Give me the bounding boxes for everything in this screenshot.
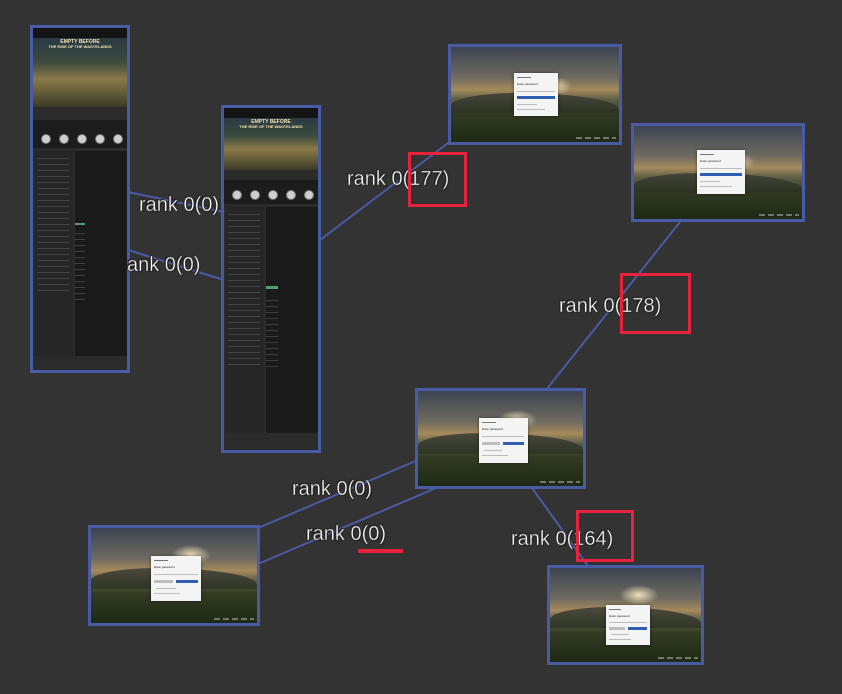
node-text-lines [228, 214, 260, 368]
dialog-signin-button [176, 580, 198, 583]
node-text-lines [37, 157, 69, 295]
screenshot-node-login-1[interactable]: Enter password [448, 44, 622, 145]
highlight-underline-0 [358, 549, 403, 553]
node-circle-icon [59, 134, 69, 145]
dialog-title: Enter password [154, 565, 175, 569]
node-login-dialog: Enter password [606, 605, 650, 645]
dialog-link-line [611, 634, 629, 635]
node-login-dialog: Enter password [514, 73, 558, 116]
dialog-link-line [156, 588, 176, 589]
dialog-logo-line [609, 609, 621, 610]
node-footer-links [658, 657, 698, 659]
node-banner-line2: THE RISE OF THE WASTELANDS [239, 124, 303, 130]
dialog-logo-line [482, 422, 496, 423]
node-banner-line2: THE RISE OF THE WASTELANDS [48, 44, 112, 50]
edge-label-login3-login4-b: rank 0(0) [306, 523, 387, 545]
screenshot-node-login-5[interactable]: Enter password [547, 565, 704, 665]
node-sidebar-lines [266, 299, 278, 368]
node-login-dialog: Enter password [151, 556, 201, 601]
node-circle-icon [113, 134, 123, 145]
node-sidebar-lines [75, 233, 85, 302]
screenshot-node-tall-2[interactable]: EMPTY BEFORE THE RISE OF THE WASTELANDS [221, 105, 321, 453]
node-sidebar-widget [266, 285, 278, 289]
dialog-link-line [154, 593, 180, 594]
node-login-dialog: Enter password [697, 150, 745, 194]
dialog-back-button [154, 580, 173, 583]
node-circle-icon [41, 134, 51, 145]
dialog-logo-line [517, 77, 531, 78]
node-circle-icon [77, 134, 87, 145]
dialog-input-line [700, 168, 742, 169]
node-footer-links [759, 214, 799, 216]
dialog-title: Enter password [517, 82, 538, 86]
edge-label-tall1-tall2-b: ank 0(0) [127, 254, 201, 276]
highlight-box-178 [620, 273, 691, 334]
dialog-back-button [609, 627, 625, 630]
dialog-link-line [482, 455, 508, 456]
edge-label-login3-login4-a: rank 0(0) [292, 478, 373, 500]
dialog-input-line [154, 574, 198, 575]
node-login-dialog: Enter password [479, 418, 528, 463]
dialog-link-line [700, 186, 732, 187]
dialog-link-line [609, 639, 631, 640]
screenshot-node-login-2[interactable]: Enter password [631, 123, 805, 222]
node-circle-icon [95, 134, 105, 145]
dialog-input-line [482, 436, 524, 437]
dialog-link-line [517, 109, 545, 110]
dialog-title: Enter password [482, 427, 503, 431]
dialog-logo-line [700, 154, 714, 155]
node-sidebar-widget [75, 222, 85, 225]
highlight-box-177 [408, 152, 467, 207]
dialog-link-line [484, 450, 502, 451]
dialog-link-line [517, 104, 537, 105]
dialog-title: Enter password [609, 614, 630, 618]
node-sun-glow [619, 584, 660, 605]
dialog-logo-line [154, 560, 168, 561]
dialog-signin-button [503, 442, 524, 445]
node-topbar [33, 28, 127, 39]
dialog-title: Enter password [700, 159, 721, 163]
dialog-link-line [700, 181, 720, 182]
node-footer-links [576, 137, 616, 139]
dialog-signin-button [517, 96, 555, 99]
node-footer-links [214, 618, 254, 620]
edge-label-tall1-tall2-a: rank 0(0) [139, 194, 220, 216]
screenshot-node-tall-1[interactable]: EMPTY BEFORE THE RISE OF THE WASTELANDS [30, 25, 130, 373]
node-topbar [224, 108, 318, 119]
dialog-back-button [482, 442, 500, 445]
highlight-box-164 [576, 510, 634, 562]
dialog-input-line [609, 622, 647, 623]
screenshot-node-login-4[interactable]: Enter password [88, 525, 260, 626]
node-footer-links [540, 481, 580, 483]
graph-canvas: EMPTY BEFORE THE RISE OF THE WASTELANDS … [0, 0, 842, 694]
dialog-signin-button [700, 173, 742, 176]
dialog-signin-button [628, 627, 647, 630]
dialog-input-line [517, 91, 555, 92]
screenshot-node-login-3[interactable]: Enter password [415, 388, 586, 489]
